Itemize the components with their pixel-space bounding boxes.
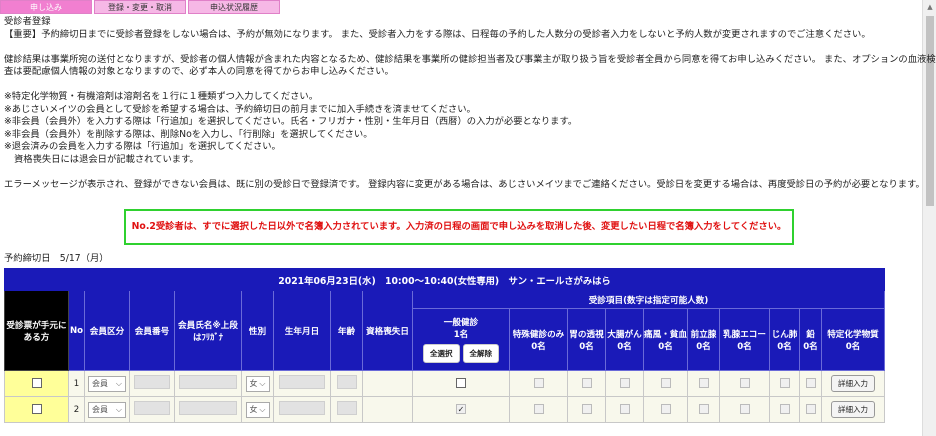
col-qualification-lost: 資格喪失日 (362, 290, 413, 371)
row-no: 2 (68, 396, 85, 423)
age-field (336, 375, 357, 389)
event-banner: 2021年06月23日(水) 10:00～10:40(女性専用) サン・エールさ… (4, 268, 885, 291)
member-no-field (134, 375, 170, 389)
general-exam-label: 一般健診 (443, 318, 479, 328)
item-checkbox[interactable] (581, 404, 592, 415)
member-type-select[interactable]: 会員 ⌵ (88, 375, 126, 392)
general-exam-checkbox[interactable]: ✓ (456, 404, 466, 415)
member-type-select[interactable]: 会員 ⌵ (88, 401, 126, 418)
notice-line: 資格喪失日には退会日が記載されています。 (14, 153, 199, 165)
tab-bar: 申し込み 登録・変更・取消 申込状況履歴 (0, 0, 920, 14)
detail-input-button[interactable]: 詳細入力 (831, 375, 875, 392)
notice-line: 査は要配慮個人情報の対象となりますので、必ず本人の同意を得てからお申し込みくださ… (4, 66, 394, 77)
member-no-field (134, 401, 170, 415)
item-checkbox[interactable] (581, 378, 592, 389)
chevron-down-icon: ⌵ (259, 378, 266, 388)
notice-area: 受診者登録 【重要】予約締切日までに受診者登録をしない場合は、予約が無効になりま… (4, 16, 936, 191)
col-no: No (68, 290, 85, 371)
col-sex: 性別 (241, 290, 274, 371)
item-checkbox[interactable] (660, 378, 671, 389)
notice-line: ※非会員（会員外）を削除する際は、削除Noを入力し、「行削除」を選択してください… (4, 128, 373, 140)
col-item: 特定化学物質 0名 (821, 308, 885, 371)
col-exam-items: 受診項目(数字は指定可能人数) (412, 290, 885, 309)
page-title: 受診者登録 (4, 16, 51, 27)
ticket-cell (4, 370, 69, 397)
item-checkbox[interactable] (533, 404, 544, 415)
col-item: 痛風・貧血 0名 (643, 308, 688, 371)
col-general-exam: 一般健診 1名 全選択 全解除 (412, 308, 510, 371)
col-age: 年齢 (330, 290, 363, 371)
item-checkbox[interactable] (779, 404, 790, 415)
ticket-checkbox[interactable] (31, 378, 42, 389)
col-member-type: 会員区分 (84, 290, 130, 371)
item-checkbox[interactable] (619, 404, 630, 415)
col-item: 前立腺 0名 (687, 308, 720, 371)
age-field (336, 401, 357, 415)
notice-line: ※非会員（会員外）を入力する際は「行追加」を選択してください。氏名・フリガナ・性… (4, 116, 578, 127)
chevron-down-icon: ⌵ (115, 378, 122, 388)
table-row: 2 会員 ⌵ 女 ⌵ ✓ 詳細入力 (4, 396, 885, 423)
sex-select[interactable]: 女 ⌵ (245, 401, 270, 418)
chevron-down-icon: ⌵ (115, 404, 122, 414)
col-item: 乳腺エコー 0名 (719, 308, 770, 371)
qualification-lost-cell (362, 396, 413, 423)
col-item: じん肺 0名 (769, 308, 800, 371)
item-checkbox[interactable] (698, 404, 709, 415)
dob-field (279, 375, 325, 389)
general-exam-count: 1名 (453, 330, 469, 340)
col-ticket-at-hand: 受診票が手元にある方 (4, 290, 69, 371)
scroll-up-arrow-icon[interactable]: ▲ (923, 0, 936, 14)
item-checkbox[interactable] (805, 378, 816, 389)
reservation-deadline: 予約締切日 5/17（月） (4, 253, 109, 264)
col-item: 鉛 0名 (799, 308, 822, 371)
col-member-no: 会員番号 (129, 290, 175, 371)
detail-input-button[interactable]: 詳細入力 (831, 401, 875, 418)
member-name-field (179, 401, 237, 415)
item-checkbox[interactable] (779, 378, 790, 389)
col-item: 大腸がん 0名 (605, 308, 644, 371)
notice-line: ※特定化学物質・有機溶剤は溶剤名を１行に１種類ずつ入力してください。 (4, 91, 319, 102)
item-checkbox[interactable] (805, 404, 816, 415)
registration-table: 2021年06月23日(水) 10:00～10:40(女性専用) サン・エールさ… (4, 268, 885, 423)
col-item: 胃の透視 0名 (567, 308, 606, 371)
member-name-field (179, 375, 237, 389)
vertical-scrollbar[interactable]: ▲ (922, 0, 936, 436)
sex-select[interactable]: 女 ⌵ (245, 375, 270, 392)
important-notice: 【重要】予約締切日までに受診者登録をしない場合は、予約が無効になります。 また、… (4, 28, 871, 40)
item-checkbox[interactable] (698, 378, 709, 389)
col-member-name: 会員氏名※上段はﾌﾘｶﾞﾅ (174, 290, 242, 371)
chevron-down-icon: ⌵ (259, 404, 266, 414)
qualification-lost-cell (362, 370, 413, 397)
tab-register-change-cancel[interactable]: 登録・変更・取消 (94, 0, 186, 14)
ticket-checkbox[interactable] (31, 404, 42, 415)
clear-all-button[interactable]: 全解除 (462, 344, 499, 363)
notice-line: ※退会済みの会員を入力する際は「行追加」を選択してください。 (4, 141, 281, 152)
item-checkbox[interactable] (739, 404, 750, 415)
dob-field (279, 401, 325, 415)
item-checkbox[interactable] (660, 404, 671, 415)
scroll-thumb[interactable] (926, 16, 934, 206)
item-checkbox[interactable] (619, 378, 630, 389)
table-row: 1 会員 ⌵ 女 ⌵ 詳細入力 (4, 370, 885, 397)
col-dob: 生年月日 (273, 290, 331, 371)
notice-line: ※あじさいメイツの会員として受診を希望する場合は、予約締切日の前月までに加入手続… (4, 103, 476, 115)
ticket-cell (4, 396, 69, 423)
notice-line: エラーメッセージが表示され、登録ができない会員は、既に別の受診日で登録済です。 … (4, 178, 925, 190)
col-item: 特殊健診のみ 0名 (509, 308, 568, 371)
select-all-button[interactable]: 全選択 (423, 344, 460, 363)
notice-line: 健診結果は事業所宛の送付となりますが、受診者の個人情報が含まれた内容となるため、… (4, 53, 936, 65)
item-checkbox[interactable] (739, 378, 750, 389)
general-exam-checkbox[interactable] (456, 378, 466, 389)
error-message: No.2受診者は、すでに選択した日以外で名簿入力されています。入力済の日程の画面… (124, 209, 794, 245)
item-checkbox[interactable] (533, 378, 544, 389)
tab-apply[interactable]: 申し込み (0, 0, 92, 14)
row-no: 1 (68, 370, 85, 397)
tab-application-history[interactable]: 申込状況履歴 (188, 0, 280, 14)
